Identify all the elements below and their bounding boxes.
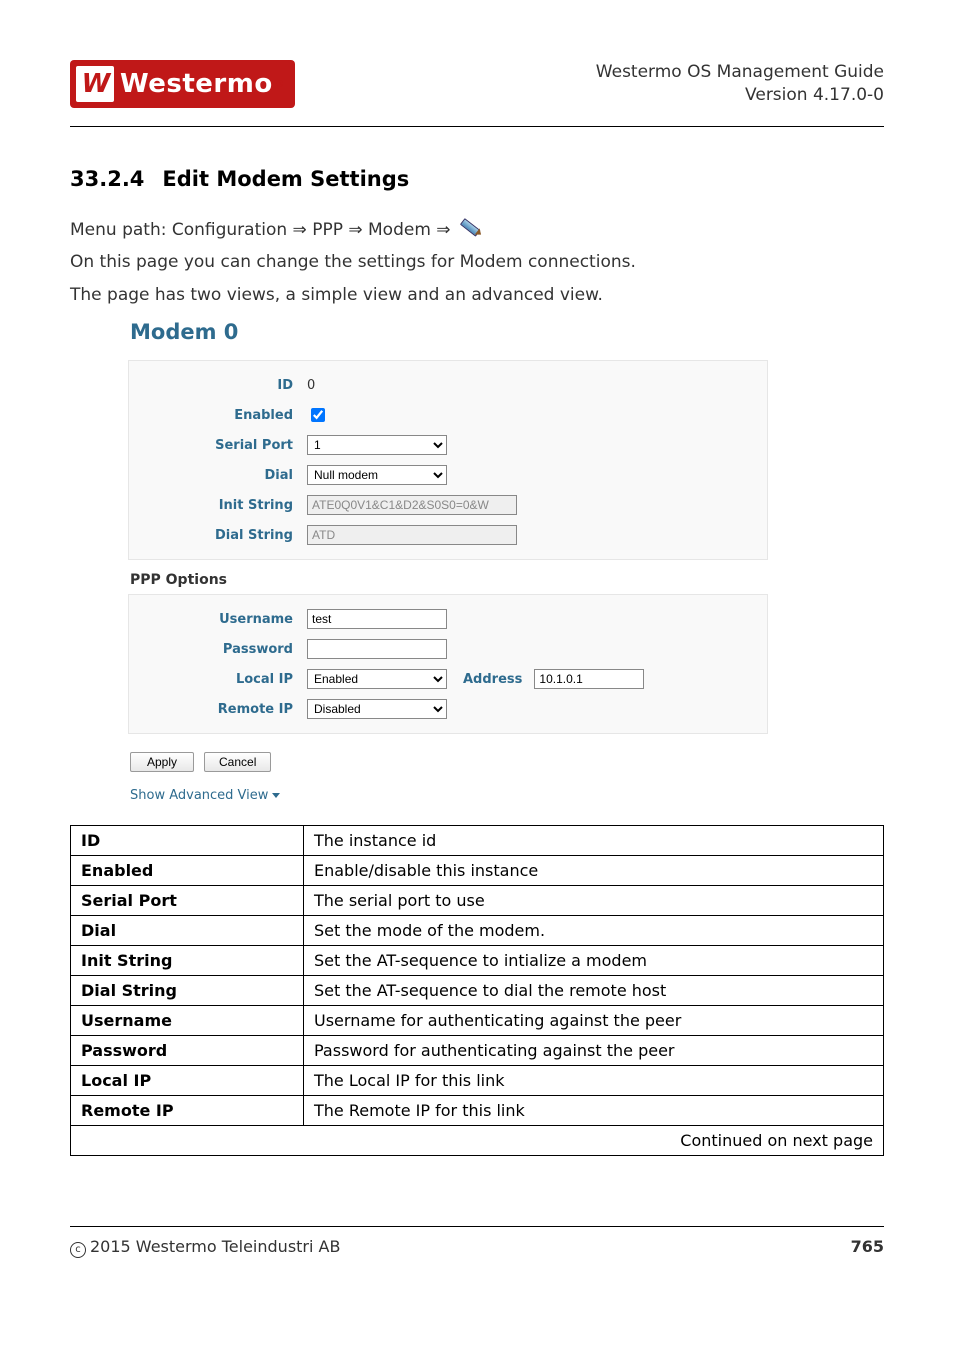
table-row: Serial PortThe serial port to use: [71, 886, 884, 916]
desc-label: Enabled: [71, 856, 304, 886]
input-username[interactable]: [307, 609, 447, 629]
menu-path-text: Menu path: Configuration ⇒ PPP ⇒ Modem ⇒: [70, 220, 451, 240]
input-dial-string[interactable]: [307, 525, 517, 545]
logo-text: Westermo: [120, 69, 273, 99]
desc-label: Init String: [71, 946, 304, 976]
page-header: W Westermo ® Westermo OS Management Guid…: [70, 60, 884, 108]
header-divider: [70, 126, 884, 127]
section-number: 33.2.4: [70, 167, 144, 191]
logo-mark-icon: W: [76, 66, 114, 102]
desc-label: Local IP: [71, 1066, 304, 1096]
table-row: Remote IPThe Remote IP for this link: [71, 1096, 884, 1126]
logo: W Westermo ®: [70, 60, 295, 108]
registered-icon: ®: [275, 79, 285, 90]
apply-button[interactable]: Apply: [130, 752, 194, 772]
copyright-icon: c: [70, 1242, 86, 1258]
footer-left: c2015 Westermo Teleindustri AB: [70, 1237, 340, 1258]
table-row: EnabledEnable/disable this instance: [71, 856, 884, 886]
continued-row: Continued on next page: [71, 1126, 884, 1156]
label-init-string: Init String: [135, 498, 307, 513]
table-row: Dial StringSet the AT-sequence to dial t…: [71, 976, 884, 1006]
chevron-down-icon: [272, 793, 280, 798]
select-local-ip[interactable]: Enabled: [307, 669, 447, 689]
desc-text: Set the AT-sequence to intialize a modem: [304, 946, 884, 976]
label-serial-port: Serial Port: [135, 438, 307, 453]
pencil-icon: [456, 213, 487, 244]
table-row: PasswordPassword for authenticating agai…: [71, 1036, 884, 1066]
ppp-options-heading: PPP Options: [130, 572, 768, 588]
desc-text: Password for authenticating against the …: [304, 1036, 884, 1066]
label-local-ip: Local IP: [135, 672, 307, 687]
label-remote-ip: Remote IP: [135, 702, 307, 717]
checkbox-enabled[interactable]: [311, 408, 325, 422]
desc-text: Username for authenticating against the …: [304, 1006, 884, 1036]
show-advanced-view-text: Show Advanced View: [130, 788, 268, 803]
guide-title: Westermo OS Management Guide: [596, 61, 884, 84]
desc-label: Dial String: [71, 976, 304, 1006]
menu-path-line: Menu path: Configuration ⇒ PPP ⇒ Modem ⇒: [70, 217, 884, 243]
desc-label: ID: [71, 826, 304, 856]
desc-label: Remote IP: [71, 1096, 304, 1126]
footer-divider: [70, 1226, 884, 1227]
desc-label: Serial Port: [71, 886, 304, 916]
desc-text: The Remote IP for this link: [304, 1096, 884, 1126]
label-enabled: Enabled: [135, 408, 307, 423]
cancel-button[interactable]: Cancel: [204, 752, 271, 772]
label-username: Username: [135, 612, 307, 627]
section-heading: 33.2.4 Edit Modem Settings: [70, 167, 884, 191]
desc-label: Dial: [71, 916, 304, 946]
show-advanced-view-link[interactable]: Show Advanced View: [130, 788, 280, 803]
table-row: UsernameUsername for authenticating agai…: [71, 1006, 884, 1036]
input-init-string[interactable]: [307, 495, 517, 515]
ppp-options-block: Username Password Local IP Enabled Addre…: [128, 594, 768, 734]
desc-text: Set the AT-sequence to dial the remote h…: [304, 976, 884, 1006]
label-dial-string: Dial String: [135, 528, 307, 543]
label-id: ID: [135, 378, 307, 393]
label-dial: Dial: [135, 468, 307, 483]
desc-text: Set the mode of the modem.: [304, 916, 884, 946]
label-password: Password: [135, 642, 307, 657]
continued-text: Continued on next page: [71, 1126, 884, 1156]
modem-settings-block: ID 0 Enabled Serial Port 1 Dial N: [128, 360, 768, 560]
table-row: IDThe instance id: [71, 826, 884, 856]
table-row: DialSet the mode of the modem.: [71, 916, 884, 946]
desc-text: The instance id: [304, 826, 884, 856]
desc-label: Username: [71, 1006, 304, 1036]
field-description-table: IDThe instance idEnabledEnable/disable t…: [70, 825, 884, 1156]
desc-text: Enable/disable this instance: [304, 856, 884, 886]
footer-copyright: 2015 Westermo Teleindustri AB: [90, 1237, 340, 1256]
intro-line-3: The page has two views, a simple view an…: [70, 282, 884, 308]
value-id: 0: [307, 378, 315, 393]
input-password[interactable]: [307, 639, 447, 659]
guide-version: Version 4.17.0-0: [596, 84, 884, 107]
select-serial-port[interactable]: 1: [307, 435, 447, 455]
table-row: Init StringSet the AT-sequence to intial…: [71, 946, 884, 976]
table-row: Local IPThe Local IP for this link: [71, 1066, 884, 1096]
page-footer: c2015 Westermo Teleindustri AB 765: [70, 1237, 884, 1258]
label-address: Address: [463, 672, 522, 687]
input-address[interactable]: [534, 669, 644, 689]
select-remote-ip[interactable]: Disabled: [307, 699, 447, 719]
desc-text: The serial port to use: [304, 886, 884, 916]
select-dial[interactable]: Null modem: [307, 465, 447, 485]
desc-label: Password: [71, 1036, 304, 1066]
form-title: Modem 0: [130, 320, 768, 344]
section-title: Edit Modem Settings: [162, 167, 409, 191]
intro-line-2: On this page you can change the settings…: [70, 249, 884, 275]
footer-page-number: 765: [851, 1237, 884, 1258]
desc-text: The Local IP for this link: [304, 1066, 884, 1096]
header-right: Westermo OS Management Guide Version 4.1…: [596, 61, 884, 107]
